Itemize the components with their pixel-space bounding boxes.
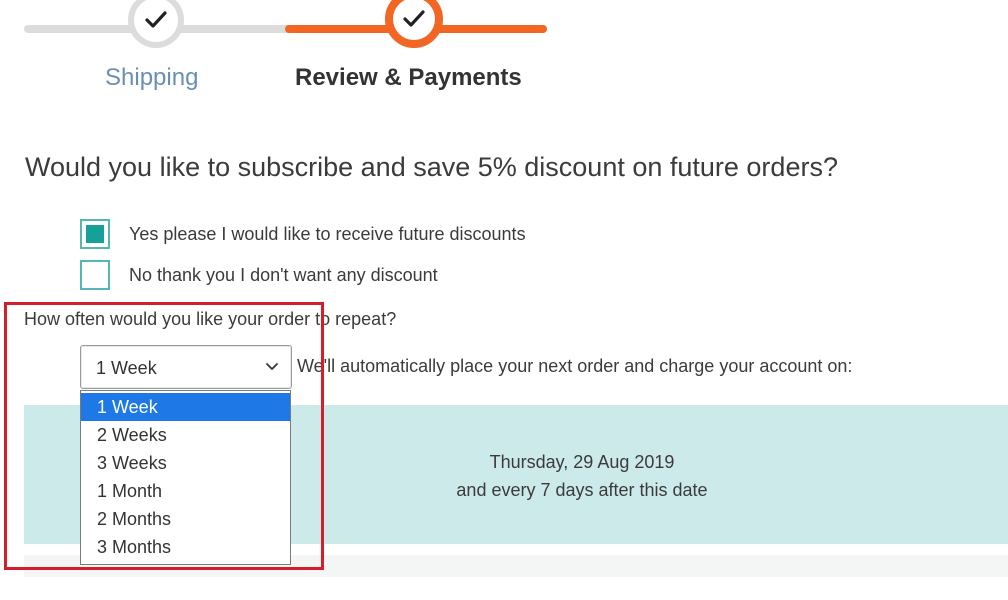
subscribe-no-label[interactable]: No thank you I don't want any discount xyxy=(129,265,438,286)
check-icon xyxy=(403,10,425,27)
subscribe-yes-label[interactable]: Yes please I would like to receive futur… xyxy=(129,224,526,245)
subscribe-option-no[interactable]: No thank you I don't want any discount xyxy=(80,259,438,291)
recurrence-text: and every 7 days after this date xyxy=(456,480,708,500)
auto-order-note: We'll automatically place your next orde… xyxy=(297,356,853,376)
next-order-date: Thursday, 29 Aug 2019 xyxy=(489,452,675,472)
step-label-review-payments: Review & Payments xyxy=(295,64,522,91)
subscribe-question: Would you like to subscribe and save 5% … xyxy=(25,152,838,182)
check-icon xyxy=(145,11,167,28)
step-label-shipping[interactable]: Shipping xyxy=(105,64,198,92)
subscribe-option-yes[interactable]: Yes please I would like to receive futur… xyxy=(80,218,526,250)
subscribe-no-checkbox[interactable] xyxy=(80,260,110,290)
checkout-progress: Shipping Review & Payments xyxy=(0,0,620,110)
step-shipping-marker[interactable] xyxy=(128,0,184,48)
step-review-payments-marker xyxy=(385,0,443,48)
annotation-highlight-frame xyxy=(4,302,324,570)
subscribe-yes-checkbox[interactable] xyxy=(80,219,110,249)
